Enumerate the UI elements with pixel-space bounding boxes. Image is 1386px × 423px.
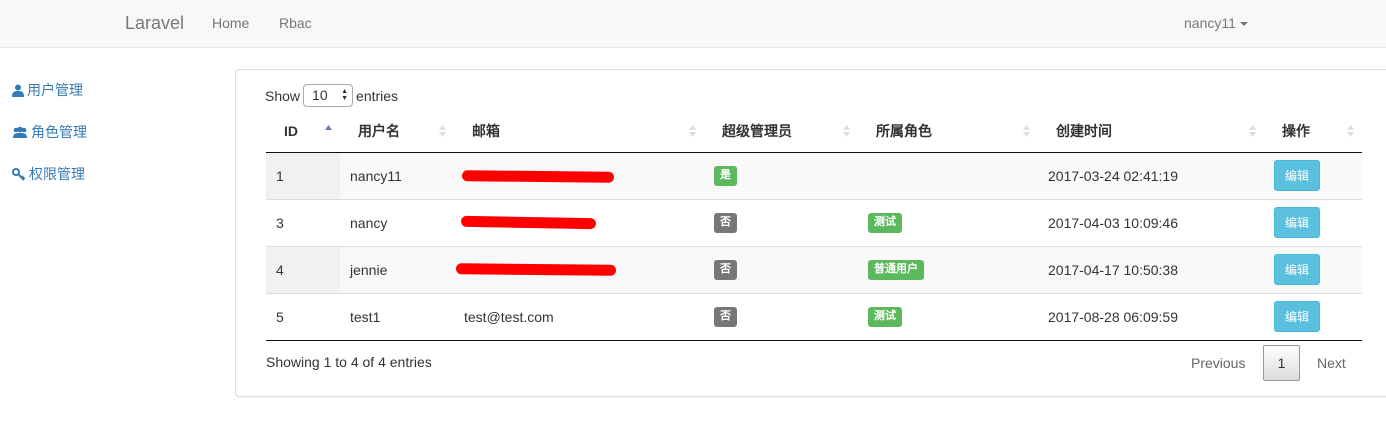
cell-action: 编辑 <box>1264 152 1362 200</box>
cell-email: test@test.com <box>454 293 704 341</box>
super-admin-badge: 否 <box>714 213 737 233</box>
cell-created: 2017-04-03 10:09:46 <box>1038 199 1264 247</box>
cell-super-admin: 否 <box>704 246 858 294</box>
sort-icon <box>1347 125 1354 137</box>
nav-home-link[interactable]: Home <box>212 15 249 31</box>
cell-id: 3 <box>266 199 340 247</box>
sort-icon <box>689 125 696 137</box>
table-row: 5 test1 test@test.com 否 测试 2017-08-28 06:09:5… <box>266 293 1362 341</box>
sidebar-item-permissions[interactable]: 权限管理 <box>12 164 85 184</box>
column-header-email[interactable]: 邮箱 <box>454 111 704 153</box>
column-header-username[interactable]: 用户名 <box>340 111 454 153</box>
entries-select[interactable]: 10 ▲ ▼ <box>303 84 354 107</box>
sort-icon <box>843 125 850 137</box>
cell-created: 2017-08-28 06:09:59 <box>1038 293 1264 341</box>
column-header-id[interactable]: ID <box>266 111 340 153</box>
super-admin-badge: 否 <box>714 307 737 327</box>
role-badge: 普通用户 <box>868 260 924 280</box>
user-icon <box>12 84 24 97</box>
cell-id: 1 <box>266 152 340 200</box>
table-header-row: ID 用户名 邮箱 超级管理员 所属角色 创建时间 操作 <box>266 111 1362 153</box>
previous-button[interactable]: Previous <box>1191 355 1245 371</box>
nav-rbac-link[interactable]: Rbac <box>279 15 312 31</box>
column-header-role[interactable]: 所属角色 <box>858 111 1038 153</box>
sidebar-item-label: 角色管理 <box>31 124 87 140</box>
edit-button[interactable]: 编辑 <box>1274 207 1321 238</box>
edit-button[interactable]: 编辑 <box>1274 160 1321 191</box>
cell-id: 5 <box>266 293 340 341</box>
cell-role: 普通用户 <box>858 246 1038 294</box>
user-dropdown[interactable]: nancy11 <box>1184 15 1248 31</box>
sidebar-item-users[interactable]: 用户管理 <box>12 80 83 100</box>
sort-icon <box>1023 125 1030 137</box>
column-header-created[interactable]: 创建时间 <box>1038 111 1264 153</box>
cell-role: 测试 <box>858 293 1038 341</box>
entries-length-control: Show 10 ▲ ▼ entries <box>265 84 398 107</box>
navbar: Laravel Home Rbac nancy11 <box>0 0 1386 48</box>
cell-created: 2017-03-24 02:41:19 <box>1038 152 1264 200</box>
select-arrows-icon: ▲ ▼ <box>341 88 349 102</box>
page-button-1[interactable]: 1 <box>1263 345 1300 381</box>
redaction-mark <box>461 170 615 183</box>
next-button[interactable]: Next <box>1317 355 1346 371</box>
cell-action: 编辑 <box>1264 246 1362 294</box>
column-header-action[interactable]: 操作 <box>1264 111 1362 153</box>
sidebar-item-label: 权限管理 <box>29 166 85 182</box>
sort-asc-icon <box>325 125 332 130</box>
cell-role <box>858 152 1038 200</box>
cell-id: 4 <box>266 246 340 294</box>
users-table: ID 用户名 邮箱 超级管理员 所属角色 创建时间 操作 1 nancy11 是 20… <box>266 111 1362 341</box>
super-admin-badge: 是 <box>714 166 737 186</box>
cell-super-admin: 否 <box>704 293 858 341</box>
cell-super-admin: 是 <box>704 152 858 200</box>
sidebar-item-label: 用户管理 <box>27 82 83 98</box>
sort-icon <box>1249 125 1256 137</box>
redaction-mark <box>455 263 617 276</box>
user-name: nancy11 <box>1184 15 1236 31</box>
sidebar-item-roles[interactable]: 角色管理 <box>12 122 87 142</box>
entries-select-value: 10 <box>312 87 328 103</box>
key-icon <box>12 167 26 181</box>
redaction-mark <box>460 215 597 230</box>
super-admin-badge: 否 <box>714 260 737 280</box>
cell-super-admin: 否 <box>704 199 858 247</box>
cell-username: test1 <box>340 293 454 341</box>
cell-username: nancy11 <box>340 152 454 200</box>
edit-button[interactable]: 编辑 <box>1274 301 1321 332</box>
cell-username: nancy <box>340 199 454 247</box>
cell-action: 编辑 <box>1264 199 1362 247</box>
table-row: 4 jennie 否 普通用户 2017-04-17 10:50:38 编辑 <box>266 246 1362 294</box>
email-text: test@test.com <box>464 308 554 325</box>
brand-link[interactable]: Laravel <box>125 13 184 34</box>
cell-created: 2017-04-17 10:50:38 <box>1038 246 1264 294</box>
cell-action: 编辑 <box>1264 293 1362 341</box>
column-header-super-admin[interactable]: 超级管理员 <box>704 111 858 153</box>
cell-role: 测试 <box>858 199 1038 247</box>
edit-button[interactable]: 编辑 <box>1274 254 1321 285</box>
role-badge: 测试 <box>868 307 902 327</box>
users-icon <box>13 126 27 138</box>
table-row: 1 nancy11 是 2017-03-24 02:41:19 编辑 <box>266 152 1362 200</box>
cell-username: jennie <box>340 246 454 294</box>
show-label: Show <box>265 87 301 104</box>
caret-down-icon <box>1239 22 1248 27</box>
role-badge: 测试 <box>868 213 902 233</box>
entries-label: entries <box>356 87 399 104</box>
table-row: 3 nancy 否 测试 2017-04-03 10:09:46 编辑 <box>266 199 1362 247</box>
table-info: Showing 1 to 4 of 4 entries <box>266 354 432 370</box>
sort-icon <box>439 125 446 137</box>
